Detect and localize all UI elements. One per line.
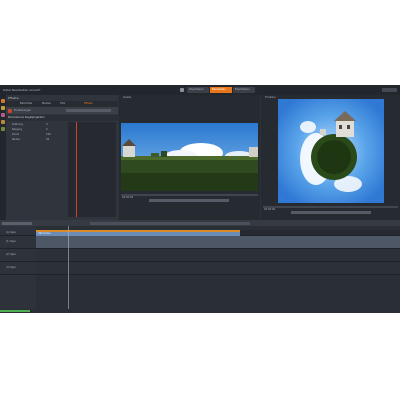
audio-meter [0, 310, 30, 312]
program-title: Timeline [265, 96, 276, 99]
tab-media[interactable]: Medien [42, 102, 51, 106]
video-editor-window: Datei Bearbeiten Ansicht Importieren Bea… [0, 85, 400, 313]
little-planet-image [278, 99, 384, 203]
tracks-area[interactable]: 360-Video [36, 226, 400, 313]
settings-bar: Einstellungen [6, 107, 118, 114]
window-controls[interactable] [382, 88, 397, 92]
settings-label: Einstellungen [14, 108, 31, 112]
param-value[interactable]: 50 [46, 138, 49, 142]
menu-bar[interactable]: Datei Bearbeiten Ansicht [3, 88, 63, 92]
grid-icon[interactable] [180, 88, 184, 92]
program-transport-controls[interactable] [291, 211, 371, 214]
program-video-frame[interactable] [278, 99, 384, 203]
audio-icon[interactable] [1, 127, 5, 131]
timeline-tools[interactable] [2, 221, 32, 225]
mode-tab-export[interactable]: Exportieren [233, 87, 255, 93]
track-header[interactable]: (2) Spur [0, 249, 36, 262]
fx-icon[interactable] [8, 108, 12, 113]
param-value[interactable]: 100 [46, 133, 51, 137]
track-lane[interactable] [36, 262, 400, 275]
param-value[interactable]: 0 [46, 128, 48, 132]
title-bar: Datei Bearbeiten Ansicht Importieren Bea… [0, 85, 400, 95]
effect-header: Panorama zu Kugelprojektion [6, 115, 118, 121]
tab-title[interactable]: Titel [60, 102, 65, 106]
track-lane[interactable] [36, 249, 400, 262]
tab-library[interactable]: Bibliothek [20, 102, 32, 106]
effects-panel: Effekte Bibliothek Medien Titel Effekte … [6, 95, 118, 220]
track-header[interactable]: (3) Spur [0, 262, 36, 275]
library-icon[interactable] [1, 99, 5, 103]
source-transport-controls[interactable] [149, 199, 229, 202]
program-monitor: Timeline 00:00:00 [261, 95, 400, 220]
panorama-image [121, 123, 258, 191]
timeline-playhead[interactable] [68, 226, 69, 313]
source-video-frame[interactable] [121, 123, 258, 191]
settings-tools[interactable] [66, 109, 111, 112]
program-timecode: 00:00:00 [264, 208, 276, 211]
effect-title: Panorama zu Kugelprojektion [8, 116, 45, 119]
program-scrubber[interactable] [263, 206, 398, 208]
title-icon[interactable] [1, 113, 5, 117]
track-headers: (A) Spur (1) Spur (2) Spur (3) Spur [0, 226, 36, 313]
effects-icon[interactable] [1, 120, 5, 124]
panel-header: Effekte [8, 96, 19, 100]
mode-tab-import[interactable]: Importieren [187, 87, 209, 93]
timeline-controls[interactable] [90, 221, 250, 225]
source-title: Quelle [123, 96, 132, 99]
source-scrubber[interactable] [121, 194, 258, 196]
track-header[interactable]: (1) Spur [0, 236, 36, 249]
param-value[interactable]: 0 [46, 123, 48, 127]
source-timecode: 00:00:00 [122, 196, 134, 199]
keyframe-playhead[interactable] [76, 122, 77, 217]
source-monitor: Quelle 00:00:00 [119, 95, 260, 220]
track-lane[interactable] [36, 236, 400, 249]
tab-effects[interactable]: Effekte [84, 102, 93, 106]
media-icon[interactable] [1, 106, 5, 110]
param-row: Radius 50 [12, 138, 50, 142]
mode-tab-edit[interactable]: Bearbeiten [210, 87, 232, 93]
status-strip [0, 309, 400, 313]
